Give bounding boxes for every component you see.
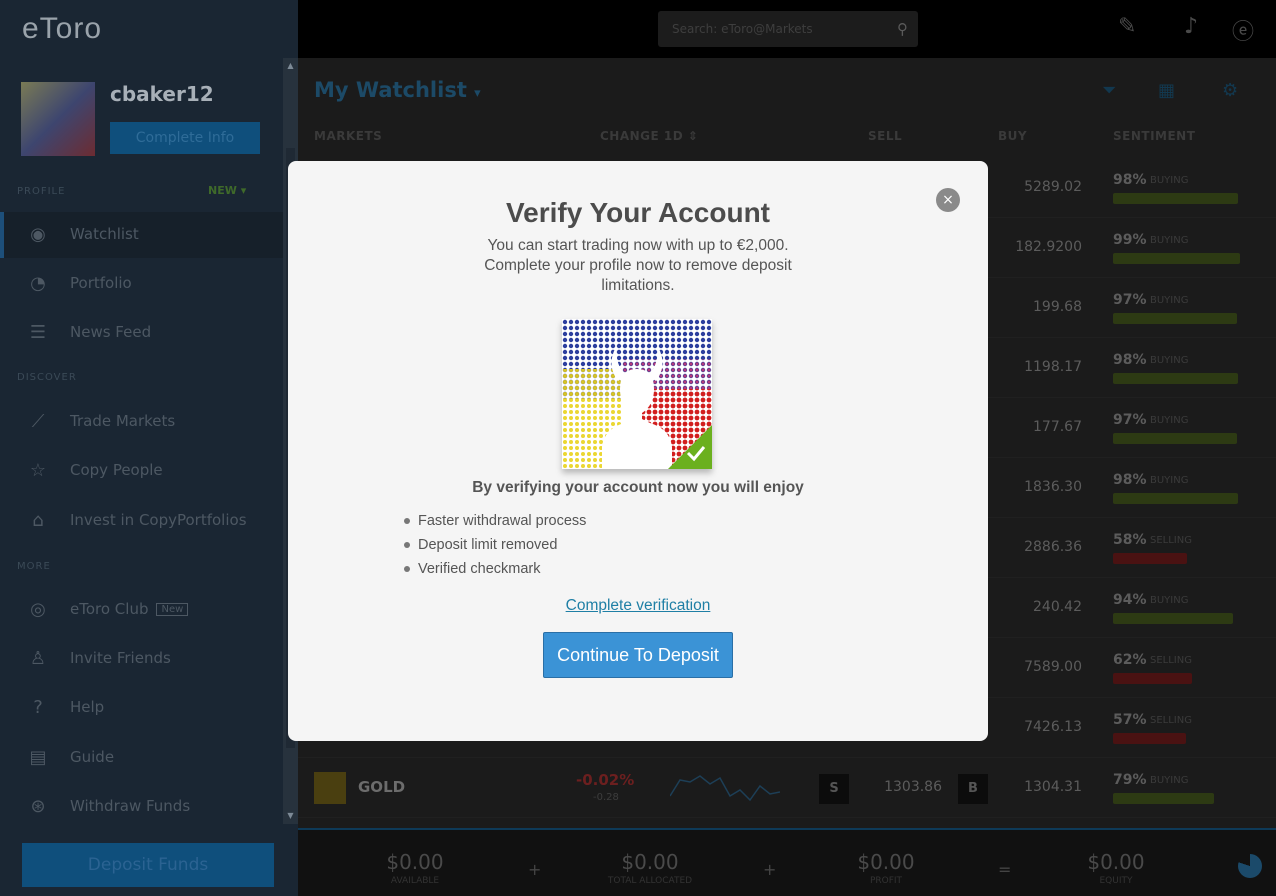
modal-subtitle: You can start trading now with up to €2,… <box>484 237 792 294</box>
list-item: Deposit limit removed <box>404 533 586 557</box>
modal-title: Verify Your Account <box>506 197 770 228</box>
continue-to-deposit-button[interactable]: Continue To Deposit <box>543 632 733 678</box>
complete-verification-link[interactable]: Complete verification <box>288 597 988 615</box>
bullet-icon <box>404 566 410 573</box>
benefits-list: Faster withdrawal process Deposit limit … <box>404 509 586 581</box>
bullet-icon <box>404 542 410 549</box>
modal-overlay[interactable]: × Verify Your Account You can start trad… <box>0 0 1276 896</box>
verified-avatar-illustration <box>562 319 712 469</box>
list-item: Faster withdrawal process <box>404 509 586 533</box>
bullet-icon <box>404 518 410 525</box>
list-item: Verified checkmark <box>404 557 586 581</box>
verify-account-modal: × Verify Your Account You can start trad… <box>288 161 988 741</box>
benefits-heading: By verifying your account now you will e… <box>472 479 804 496</box>
benefit-text: Faster withdrawal process <box>418 513 587 529</box>
benefit-text: Deposit limit removed <box>418 537 558 553</box>
benefit-text: Verified checkmark <box>418 561 541 577</box>
